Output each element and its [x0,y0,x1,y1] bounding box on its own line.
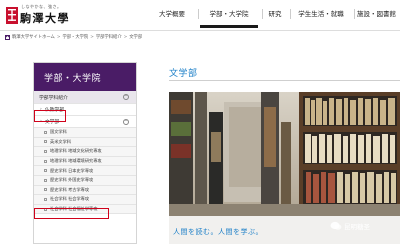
square-bullet-icon [44,188,47,192]
sidebar-subitem-japanese-lit[interactable]: 国文学科 [34,128,136,138]
sidebar-section-department-intro[interactable]: 学部学科紹介 − [34,91,136,104]
square-bullet-icon [44,169,47,173]
nav-divider [290,9,291,19]
sidebar-subitem-label: 国文学科 [50,129,67,135]
page-title: 文学部 [169,69,198,79]
breadcrumb-faculties[interactable]: 学部・大学院 [62,34,88,40]
title-divider [169,80,400,81]
home-icon[interactable] [5,34,10,40]
sidebar-subitem-label: 地理学科 地域文化研究専攻 [50,148,102,154]
nav-divider [354,9,355,19]
breadcrumb-separator: > [90,34,94,40]
header-divider [0,30,400,31]
nav-faculties[interactable]: 学部・大学院 [200,0,258,28]
sidebar-subitem-label: 英米文学科 [50,138,71,144]
nav-student-life[interactable]: 学生生活・就職 [292,0,350,28]
collapse-icon[interactable]: − [123,118,129,125]
breadcrumb-home[interactable]: 駒澤大学サイトホーム [12,34,55,40]
sidebar-subitem-geo-environment[interactable]: 地理学科 地域環境研究専攻 [34,156,136,167]
breadcrumb-separator: > [123,34,128,40]
highlight-letters-box [34,110,66,122]
square-bullet-icon [44,159,47,163]
square-bullet-icon [44,140,47,144]
breadcrumb-department-intro[interactable]: 学部学科紹介 [96,34,122,40]
watermark-text: 昆明糖圣 [344,223,370,231]
sidebar-subitem-geo-culture[interactable]: 地理学科 地域文化研究専攻 [34,147,136,157]
nav-facilities[interactable]: 施設・図書館 [357,0,400,28]
logo-name[interactable]: 駒澤大學 [20,10,70,26]
sidebar-subitem-english-lit[interactable]: 英米文学科 [34,137,136,148]
sidebar-subitem-foreign-history[interactable]: 歴史学科 外国史学専攻 [34,175,136,186]
square-bullet-icon [44,149,47,153]
sidebar-section-label: 学部学科紹介 [39,95,68,101]
hero-caption: 人間を読む。人間を学ぶ。 [173,228,263,236]
nav-research[interactable]: 研究 [263,0,287,28]
breadcrumb: 駒澤大学サイトホーム > 学部・大学院 > 学部学科紹介 > 文学部 [5,33,142,41]
sidebar-subitem-label: 歴史学科 外国史学専攻 [50,177,94,183]
breadcrumb-current: 文学部 [129,35,143,40]
sidebar-subitem-label: 社会学科 社会学専攻 [50,196,90,202]
highlight-archaeology-box [34,208,109,219]
sidebar-subitem-label: 地理学科 地域環境研究専攻 [50,158,102,164]
nav-divider [198,9,199,19]
collapse-icon[interactable]: − [123,94,129,100]
square-bullet-icon [44,178,47,182]
sidebar-title: 学部・大学院 [34,63,136,91]
square-bullet-icon [44,130,47,134]
sidebar-subitem-label: 歴史学科 考古学専攻 [50,186,90,192]
nav-about[interactable]: 大学概要 [152,0,192,28]
square-bullet-icon [44,197,47,201]
sidebar-subitem-label: 歴史学科 日本史学専攻 [50,167,94,173]
site-header: しなやかな、強さ。 駒澤大學 大学概要 学部・大学院 研究 学生生活・就職 施設… [0,0,400,30]
sidebar-subitem-sociology[interactable]: 社会学科 社会学専攻 [34,195,136,205]
chat-bubble-icon [330,221,342,230]
sidebar-subitem-archaeology[interactable]: 歴史学科 考古学専攻 [34,185,136,196]
sidebar-subitem-japanese-history[interactable]: 歴史学科 日本史学専攻 [34,166,136,176]
watermark: 昆明糖圣 [330,221,370,231]
university-logo-icon[interactable] [6,7,18,24]
breadcrumb-separator: > [56,34,61,40]
